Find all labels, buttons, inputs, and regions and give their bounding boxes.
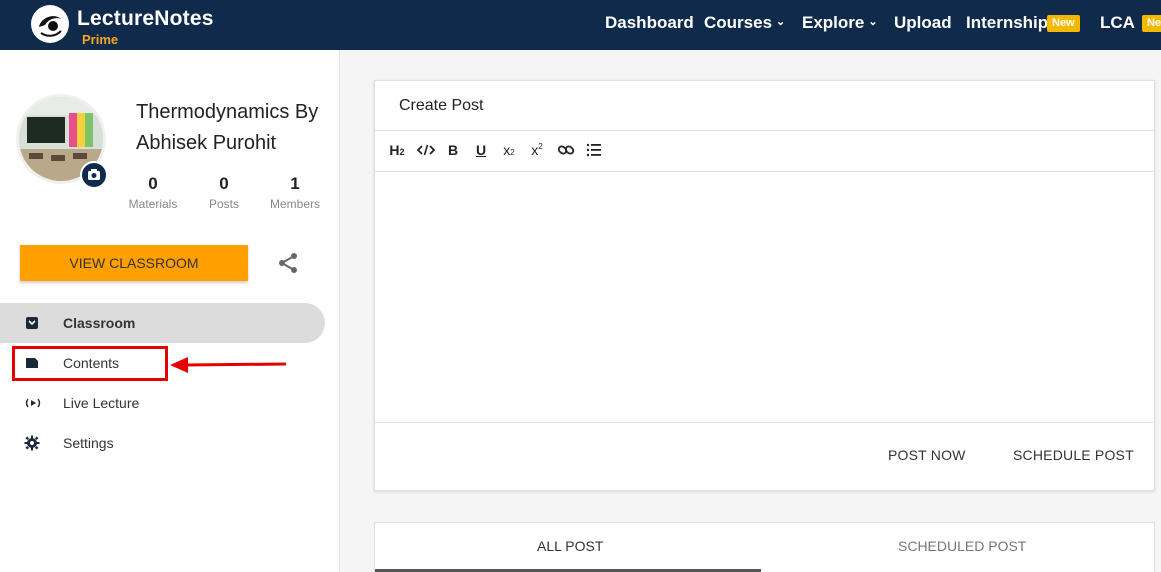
post-now-button[interactable]: POST NOW	[888, 447, 966, 463]
code-icon[interactable]	[416, 142, 436, 160]
superscript-icon[interactable]: x2	[528, 142, 546, 160]
nav-lca[interactable]: LCA	[1100, 13, 1135, 33]
post-editor[interactable]	[375, 172, 1154, 423]
bold-icon[interactable]: B	[445, 142, 461, 160]
stat-posts-value: 0	[219, 174, 229, 193]
nav-lca-label: LCA	[1100, 13, 1135, 32]
post-tabs: ALL POST SCHEDULED POST	[374, 522, 1155, 572]
nav-dashboard[interactable]: Dashboard	[605, 13, 694, 33]
nav-internship[interactable]: Internship	[966, 13, 1048, 33]
list-icon[interactable]	[585, 142, 603, 160]
stat-members: 1 Members	[268, 174, 322, 211]
nav-upload-label: Upload	[894, 13, 952, 32]
sidebar-item-settings[interactable]: Settings	[0, 423, 325, 463]
highlight-box	[12, 346, 168, 381]
camera-icon[interactable]	[80, 161, 108, 189]
arrow-annotation	[170, 357, 287, 373]
nav-internship-label: Internship	[966, 13, 1049, 32]
chevron-down-icon: ⌄	[776, 16, 786, 28]
stat-materials-value: 0	[148, 174, 158, 193]
lca-new-badge: New	[1142, 15, 1161, 32]
sidebar-item-label: Live Lecture	[63, 395, 140, 411]
chevron-down-icon: ⌄	[868, 16, 878, 28]
logo-icon[interactable]	[31, 5, 69, 43]
stat-members-value: 1	[290, 174, 300, 193]
sidebar-item-label: Settings	[63, 435, 114, 451]
editor-toolbar: H2 B U x2 x2	[375, 131, 1154, 172]
view-classroom-button[interactable]: VIEW CLASSROOM	[20, 245, 248, 281]
gear-icon	[24, 435, 42, 451]
top-navbar: LectureNotes Prime Dashboard Courses ⌄ Ex…	[0, 0, 1161, 50]
share-icon[interactable]	[276, 251, 300, 275]
underline-icon[interactable]: U	[473, 142, 489, 160]
heading-icon[interactable]: H2	[387, 142, 407, 160]
classroom-title: Thermodynamics By Abhisek Purohit	[136, 101, 319, 154]
internship-new-badge: New	[1047, 15, 1080, 32]
tab-all-post[interactable]: ALL POST	[537, 538, 603, 554]
stat-members-label: Members	[269, 197, 320, 211]
stat-materials-label: Materials	[128, 197, 178, 211]
nav-courses[interactable]: Courses ⌄	[704, 13, 785, 33]
sidebar-item-classroom[interactable]: Classroom	[0, 303, 325, 343]
nav-upload[interactable]: Upload	[894, 13, 952, 33]
classroom-icon	[24, 315, 42, 331]
subscript-icon[interactable]: x2	[500, 142, 518, 160]
schedule-post-button[interactable]: SCHEDULE POST	[1013, 447, 1134, 463]
post-header-title: Create Post	[399, 97, 484, 114]
sidebar: Thermodynamics By Abhisek Purohit 0 Mate…	[0, 50, 340, 572]
post-header: Create Post	[375, 81, 1154, 131]
sidebar-item-live-lecture[interactable]: Live Lecture	[0, 383, 325, 423]
sidebar-item-label: Classroom	[63, 315, 136, 331]
stat-materials: 0 Materials	[128, 174, 178, 211]
brand-name[interactable]: LectureNotes	[77, 7, 214, 31]
stat-posts: 0 Posts	[204, 174, 244, 211]
brand-sub: Prime	[82, 32, 119, 47]
create-post-card: Create Post H2 B U x2 x2 POST NOW SCHEDU…	[374, 80, 1155, 491]
link-icon[interactable]	[556, 142, 576, 160]
nav-dashboard-label: Dashboard	[605, 13, 694, 32]
nav-explore-label: Explore	[802, 13, 865, 32]
tab-scheduled-post[interactable]: SCHEDULED POST	[898, 538, 1026, 554]
stat-posts-label: Posts	[208, 197, 239, 211]
nav-explore[interactable]: Explore ⌄	[802, 13, 878, 33]
nav-courses-label: Courses	[704, 13, 773, 32]
live-icon	[24, 395, 42, 411]
